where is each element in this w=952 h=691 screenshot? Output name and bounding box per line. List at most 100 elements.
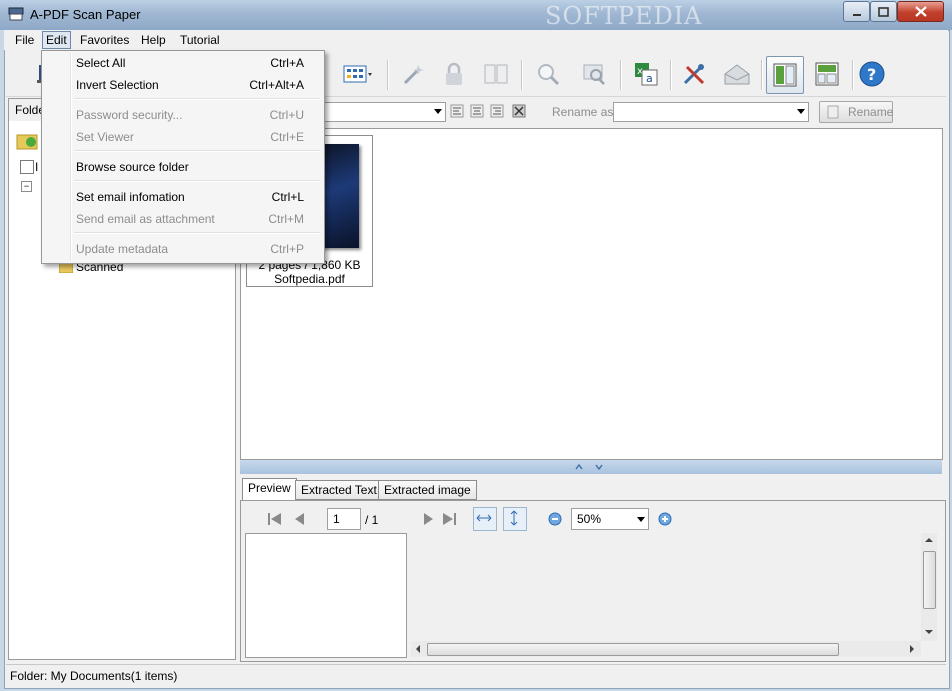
- fit-width-icon[interactable]: [473, 507, 497, 531]
- toolbar-separator: [670, 60, 672, 90]
- vertical-scrollbar[interactable]: [921, 533, 937, 641]
- menu-item-invert-selection[interactable]: Invert Selection Ctrl+Alt+A: [44, 74, 322, 96]
- image-search-icon[interactable]: [576, 56, 612, 92]
- include-subfolders-label: I: [35, 160, 39, 174]
- email-icon[interactable]: [719, 56, 755, 92]
- preview-navbar: 1 / 1 50%: [251, 505, 935, 533]
- status-text: Folder: My Documents(1 items): [10, 669, 178, 683]
- thumbnail-filename: Softpedia.pdf: [274, 272, 345, 286]
- rename-button[interactable]: Rename: [819, 101, 893, 123]
- align-right-icon[interactable]: [490, 104, 506, 120]
- include-subfolders-checkbox[interactable]: [20, 160, 34, 174]
- excel-export-icon[interactable]: xa: [628, 56, 664, 92]
- tab-extracted-text[interactable]: Extracted Text: [295, 480, 383, 500]
- magic-wand-icon[interactable]: [396, 56, 432, 92]
- fit-height-icon[interactable]: [503, 507, 527, 531]
- menu-item-set-email-information[interactable]: Set email infomation Ctrl+L: [44, 186, 322, 208]
- menu-separator: [74, 150, 320, 152]
- lock-icon[interactable]: [436, 56, 472, 92]
- filter-combo[interactable]: [320, 102, 446, 122]
- rename-bar: Rename as: Rename: [240, 100, 944, 124]
- menu-item-shortcut: Ctrl+P: [270, 242, 304, 256]
- menu-item-update-metadata[interactable]: Update metadata Ctrl+P: [44, 238, 322, 260]
- help-icon[interactable]: ?: [854, 56, 890, 92]
- app-icon[interactable]: [8, 7, 24, 21]
- menu-separator: [74, 98, 320, 100]
- split-icon[interactable]: [478, 56, 514, 92]
- scroll-right-icon[interactable]: [909, 645, 915, 653]
- menu-item-label: Set Viewer: [76, 130, 134, 144]
- rename-as-label: Rename as:: [552, 105, 617, 119]
- view-mode-icon[interactable]: [340, 56, 376, 92]
- zoom-select[interactable]: 50%: [571, 508, 649, 530]
- align-center-icon[interactable]: [470, 104, 486, 120]
- menu-item-set-viewer[interactable]: Set Viewer Ctrl+E: [44, 126, 322, 148]
- last-page-icon[interactable]: [439, 510, 459, 528]
- first-page-icon[interactable]: [265, 510, 285, 528]
- menu-item-shortcut: Ctrl+L: [271, 190, 304, 204]
- menu-favorites[interactable]: Favorites: [77, 32, 132, 48]
- menu-item-label: Select All: [76, 56, 126, 70]
- page-thumbnail-pane: [245, 533, 407, 658]
- scroll-up-icon[interactable]: [925, 537, 933, 543]
- rename-icon: [827, 105, 839, 119]
- splitter-arrows-icon: [575, 463, 603, 471]
- menu-item-label: Update metadata: [76, 242, 169, 256]
- menu-item-shortcut: Ctrl+Alt+A: [249, 78, 304, 92]
- zoom-value: 50%: [577, 512, 602, 526]
- menu-file[interactable]: File: [12, 32, 37, 48]
- menu-bar: File Edit Favorites Help Tutorial: [4, 30, 948, 50]
- vertical-scroll-thumb[interactable]: [923, 551, 936, 609]
- preview-pane: 1 / 1 50%: [240, 500, 946, 662]
- menu-item-label: Browse source folder: [76, 160, 189, 174]
- preview-tabs: Preview Extracted Text Extracted image: [240, 478, 944, 500]
- svg-text:?: ?: [867, 65, 876, 84]
- menu-item-label: Send email as attachment: [76, 212, 215, 226]
- next-page-icon[interactable]: [419, 510, 437, 528]
- search-icon[interactable]: [530, 56, 566, 92]
- menu-item-shortcut: Ctrl+U: [269, 108, 304, 122]
- tools-icon[interactable]: [676, 56, 712, 92]
- menu-separator: [74, 180, 320, 182]
- tab-extracted-image[interactable]: Extracted image: [378, 480, 477, 500]
- menu-help[interactable]: Help: [138, 32, 169, 48]
- preview-viewport: [407, 533, 937, 641]
- minimize-button[interactable]: [843, 1, 870, 22]
- edit-menu-dropdown: Select All Ctrl+A Invert Selection Ctrl+…: [41, 50, 325, 264]
- scroll-down-icon[interactable]: [925, 629, 933, 635]
- menu-edit[interactable]: Edit: [42, 31, 71, 49]
- tree-collapse-toggle[interactable]: −: [21, 181, 32, 192]
- rename-as-combo[interactable]: [613, 102, 809, 122]
- menu-tutorial[interactable]: Tutorial: [177, 32, 223, 48]
- watermark-text: SOFTPEDIA: [545, 2, 703, 30]
- menu-item-shortcut: Ctrl+M: [268, 212, 304, 226]
- maximize-button[interactable]: [870, 1, 897, 22]
- horizontal-scroll-thumb[interactable]: [427, 643, 839, 656]
- menu-item-select-all[interactable]: Select All Ctrl+A: [44, 52, 322, 74]
- align-left-icon[interactable]: [450, 104, 466, 120]
- menu-item-send-email-attachment[interactable]: Send email as attachment Ctrl+M: [44, 208, 322, 230]
- status-bar: Folder: My Documents(1 items): [6, 664, 946, 687]
- page-number-value: 1: [333, 512, 340, 526]
- tab-preview[interactable]: Preview: [242, 478, 297, 500]
- rename-button-label: Rename: [848, 105, 894, 119]
- pane-splitter[interactable]: [240, 460, 942, 474]
- scroll-left-icon[interactable]: [415, 645, 421, 653]
- menu-item-password-security[interactable]: Password security... Ctrl+U: [44, 104, 322, 126]
- menu-item-label: Set email infomation: [76, 190, 185, 204]
- layout-vertical-icon[interactable]: [766, 56, 804, 94]
- zoom-in-icon[interactable]: [657, 511, 673, 527]
- horizontal-scrollbar[interactable]: [411, 641, 921, 657]
- svg-text:a: a: [646, 72, 653, 85]
- menu-item-label: Password security...: [76, 108, 183, 122]
- toolbar-separator: [761, 60, 763, 90]
- page-number-input[interactable]: 1: [327, 508, 361, 530]
- zoom-out-icon[interactable]: [547, 511, 563, 527]
- menu-item-browse-source-folder[interactable]: Browse source folder: [44, 156, 322, 178]
- previous-page-icon[interactable]: [291, 510, 309, 528]
- layout-horizontal-icon[interactable]: [809, 56, 845, 92]
- close-button[interactable]: [897, 1, 944, 22]
- page-total: / 1: [365, 513, 379, 527]
- clear-format-icon[interactable]: [512, 104, 528, 120]
- add-folder-icon[interactable]: [15, 129, 39, 151]
